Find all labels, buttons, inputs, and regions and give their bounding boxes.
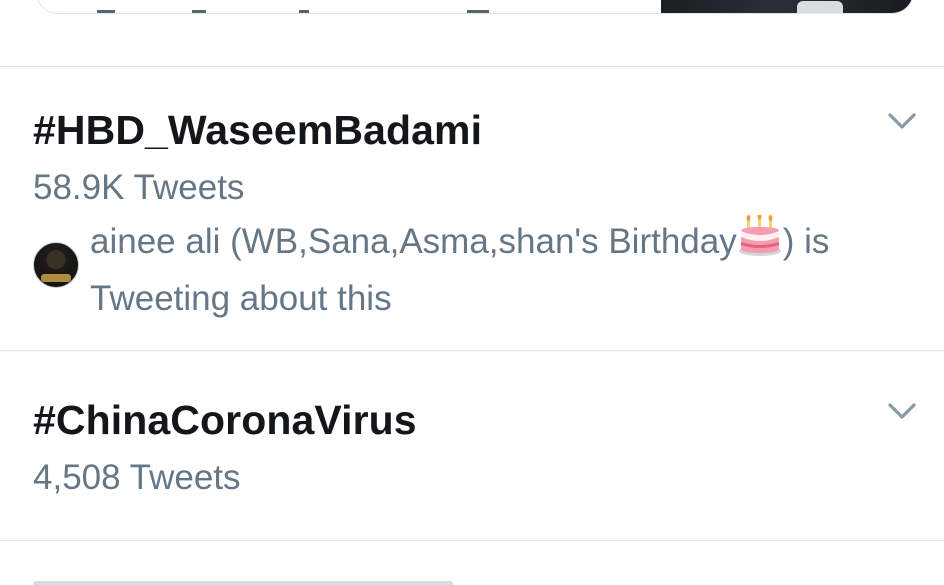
trend-item[interactable]: #HBD_WaseemBadami 58.9K Tweets ainee ali… bbox=[0, 67, 944, 350]
card-thumbnail bbox=[661, 0, 913, 13]
trend-context: ainee ali (WB,Sana,Asma,shan's Birthday … bbox=[90, 213, 920, 325]
trends-page: #HBD_WaseemBadami 58.9K Tweets ainee ali… bbox=[0, 0, 944, 585]
chevron-down-icon[interactable] bbox=[888, 401, 916, 421]
chevron-down-icon[interactable] bbox=[888, 111, 916, 131]
trend-hashtag[interactable]: #ChinaCoronaVirus bbox=[33, 397, 417, 444]
trend-hashtag[interactable]: #HBD_WaseemBadami bbox=[33, 107, 482, 154]
avatar[interactable] bbox=[33, 242, 79, 288]
card-text-fragment bbox=[37, 10, 637, 13]
trend-tweet-count: 4,508 Tweets bbox=[33, 458, 241, 497]
birthday-cake-icon bbox=[738, 213, 782, 272]
trend-item[interactable]: #ChinaCoronaVirus 4,508 Tweets bbox=[0, 351, 944, 540]
previous-trend-card[interactable] bbox=[36, 0, 914, 14]
next-trend-item[interactable] bbox=[0, 541, 944, 585]
trend-tweet-count: 58.9K Tweets bbox=[33, 168, 245, 207]
cut-off-hashtag bbox=[33, 581, 453, 585]
context-text-start: ainee ali (WB,Sana,Asma,shan's Birthday bbox=[90, 222, 737, 261]
